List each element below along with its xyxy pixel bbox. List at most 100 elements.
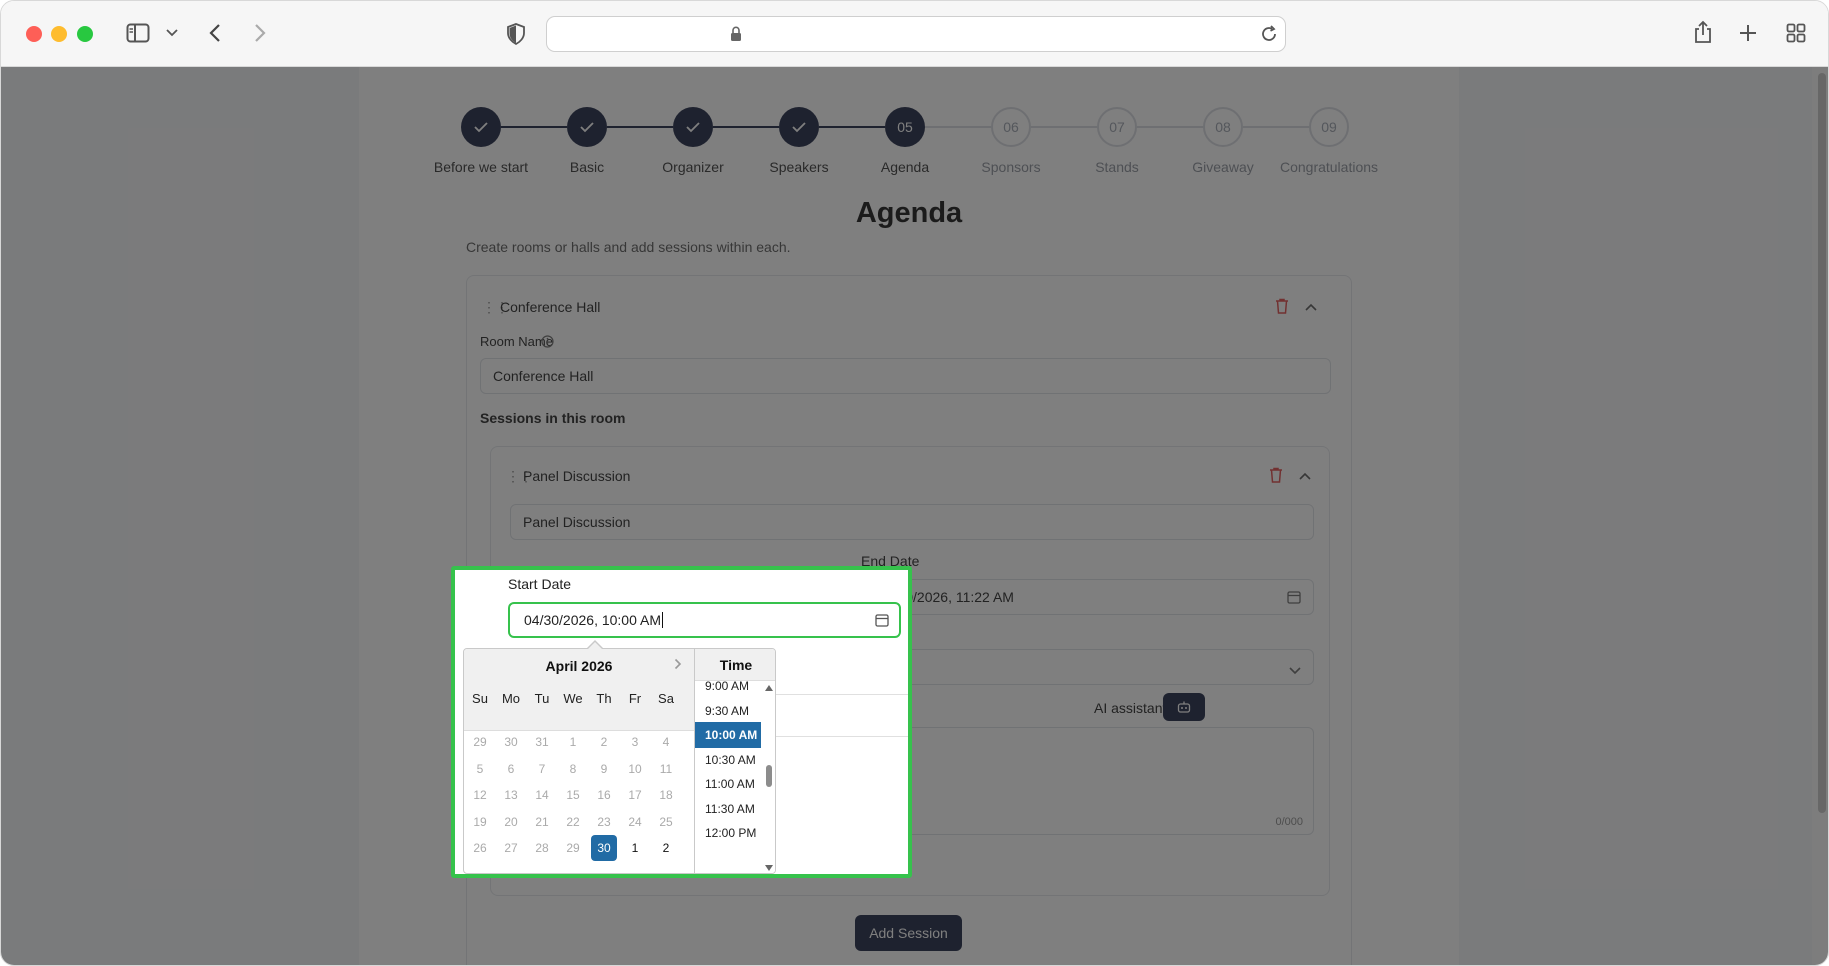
calendar-icon[interactable] <box>1287 590 1301 607</box>
start-date-input[interactable]: 04/30/2026, 10:00 AM <box>508 602 901 638</box>
chevron-down-icon[interactable] <box>165 26 179 40</box>
calendar-day[interactable]: 30 <box>498 729 524 755</box>
time-scrollbar[interactable] <box>763 681 775 873</box>
calendar-day[interactable]: 12 <box>467 782 493 808</box>
calendar-day[interactable]: 10 <box>622 756 648 782</box>
step-giveaway[interactable]: 08 Giveaway <box>1163 107 1283 175</box>
step-before-we-start[interactable]: Before we start <box>421 107 541 175</box>
calendar-day[interactable]: 26 <box>467 835 493 861</box>
check-icon <box>673 107 713 147</box>
calendar-day[interactable]: 31 <box>529 729 555 755</box>
ai-assistant-button[interactable] <box>1163 693 1205 721</box>
new-tab-icon[interactable] <box>1737 22 1759 44</box>
step-label: Giveaway <box>1192 159 1254 175</box>
weekday-label: Tu <box>534 691 550 706</box>
calendar-day[interactable]: 15 <box>560 782 586 808</box>
close-window-button[interactable] <box>26 26 42 42</box>
step-agenda[interactable]: 05 Agenda <box>845 107 965 175</box>
calendar-day[interactable]: 6 <box>498 756 524 782</box>
page-subtitle: Create rooms or halls and add sessions w… <box>466 239 791 255</box>
delete-room-trash-icon[interactable] <box>1275 298 1289 319</box>
calendar-day[interactable]: 1 <box>622 835 648 861</box>
room-header-title: Conference Hall <box>500 299 601 315</box>
room-name-input[interactable]: Conference Hall <box>480 358 1331 394</box>
maximize-window-button[interactable] <box>77 26 93 42</box>
calendar-day[interactable]: 18 <box>653 782 679 808</box>
page-scrollbar-thumb[interactable] <box>1818 73 1826 813</box>
address-bar[interactable] <box>546 16 1286 52</box>
calendar-day[interactable]: 11 <box>653 756 679 782</box>
shield-icon[interactable] <box>505 22 527 46</box>
time-option[interactable]: 12:00 PM <box>695 820 761 846</box>
forward-arrow-icon[interactable] <box>250 21 270 45</box>
step-organizer[interactable]: Organizer <box>633 107 753 175</box>
calendar-day[interactable]: 20 <box>498 809 524 835</box>
weekday-label: We <box>563 691 583 706</box>
end-date-input[interactable]: 04/30/2026, 11:22 AM <box>861 579 1314 615</box>
reload-icon[interactable] <box>1259 24 1279 44</box>
calendar-day[interactable]: 23 <box>591 809 617 835</box>
step-speakers[interactable]: Speakers <box>739 107 859 175</box>
calendar-day[interactable]: 27 <box>498 835 524 861</box>
picker-pointer-inner <box>588 642 602 649</box>
calendar-day[interactable]: 9 <box>591 756 617 782</box>
calendar-icon[interactable] <box>875 613 889 630</box>
page-scrollbar[interactable] <box>1812 67 1828 965</box>
ai-assistant-label: AI assistant <box>1094 700 1167 716</box>
calendar-day[interactable]: 16 <box>591 782 617 808</box>
step-label: Sponsors <box>981 159 1041 175</box>
scroll-up-arrow-icon[interactable] <box>765 685 773 691</box>
calendar-day[interactable]: 25 <box>653 809 679 835</box>
calendar-day[interactable]: 4 <box>653 729 679 755</box>
sidebar-toggle-icon[interactable] <box>125 21 151 45</box>
step-congratulations[interactable]: 09 Congratulations <box>1269 107 1389 175</box>
calendar-day[interactable]: 8 <box>560 756 586 782</box>
calendar-day[interactable]: 22 <box>560 809 586 835</box>
weekday-label: Sa <box>658 691 674 706</box>
calendar-day[interactable]: 5 <box>467 756 493 782</box>
weekday-label: Su <box>472 691 488 706</box>
next-month-chevron-icon[interactable] <box>674 657 682 673</box>
tab-overview-icon[interactable] <box>1785 22 1807 44</box>
calendar-day[interactable]: 30 <box>591 835 617 861</box>
add-session-button[interactable]: Add Session <box>855 915 962 951</box>
calendar-day[interactable]: 29 <box>467 729 493 755</box>
start-date-label: Start Date <box>508 576 572 592</box>
step-basic[interactable]: Basic <box>527 107 647 175</box>
calendar-day[interactable]: 24 <box>622 809 648 835</box>
scroll-down-arrow-icon[interactable] <box>765 865 773 871</box>
browser-window: Before we start Basic Organizer Speakers… <box>0 0 1829 966</box>
check-icon <box>567 107 607 147</box>
share-icon[interactable] <box>1691 19 1715 45</box>
calendar-day[interactable]: 1 <box>560 729 586 755</box>
calendar-day[interactable]: 2 <box>653 835 679 861</box>
delete-session-trash-icon[interactable] <box>1269 467 1283 488</box>
calendar-day[interactable]: 21 <box>529 809 555 835</box>
time-scrollbar-thumb[interactable] <box>766 765 772 787</box>
time-option[interactable]: 11:30 AM <box>695 796 761 822</box>
time-option[interactable]: 10:30 AM <box>695 747 761 773</box>
step-stands[interactable]: 07 Stands <box>1057 107 1177 175</box>
collapse-chevron-up-icon[interactable] <box>1299 467 1311 483</box>
calendar-day[interactable]: 2 <box>591 729 617 755</box>
calendar-day[interactable]: 7 <box>529 756 555 782</box>
calendar-day[interactable]: 29 <box>560 835 586 861</box>
time-option[interactable]: 9:30 AM <box>695 698 761 724</box>
back-arrow-icon[interactable] <box>205 21 225 45</box>
info-icon[interactable] <box>540 334 554 348</box>
calendar-day[interactable]: 3 <box>622 729 648 755</box>
step-number: 08 <box>1203 107 1243 147</box>
minimize-window-button[interactable] <box>51 26 67 42</box>
calendar-day[interactable]: 13 <box>498 782 524 808</box>
calendar-day[interactable]: 19 <box>467 809 493 835</box>
time-option[interactable]: 9:00 AM <box>695 673 761 699</box>
calendar-day[interactable]: 14 <box>529 782 555 808</box>
collapse-chevron-up-icon[interactable] <box>1305 298 1317 314</box>
time-option[interactable]: 10:00 AM <box>695 722 761 748</box>
session-title-input[interactable]: Panel Discussion <box>510 504 1314 540</box>
step-number: 06 <box>991 107 1031 147</box>
calendar-day[interactable]: 17 <box>622 782 648 808</box>
step-sponsors[interactable]: 06 Sponsors <box>951 107 1071 175</box>
calendar-day[interactable]: 28 <box>529 835 555 861</box>
time-option[interactable]: 11:00 AM <box>695 771 761 797</box>
